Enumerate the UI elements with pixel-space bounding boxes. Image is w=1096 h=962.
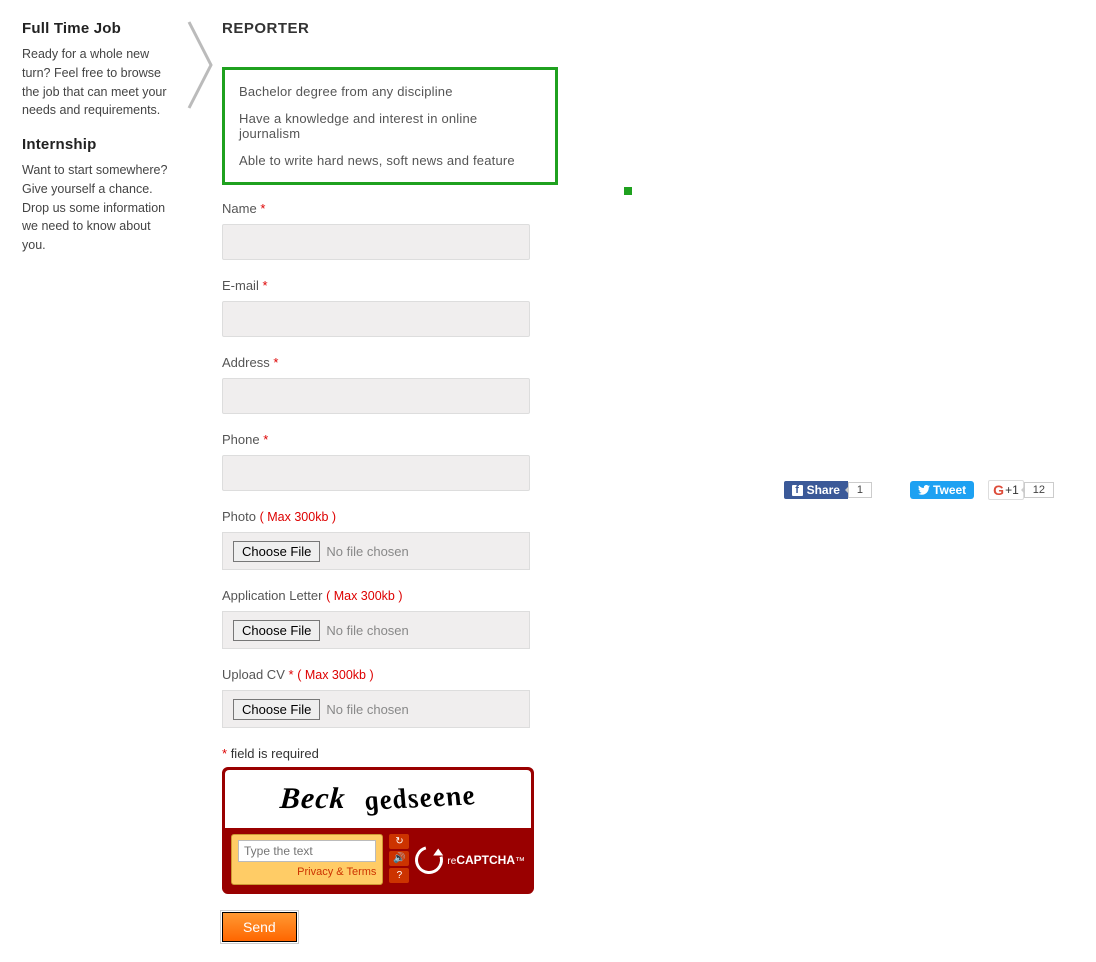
address-group: Address * [222, 355, 530, 414]
email-input[interactable] [222, 301, 530, 337]
send-button[interactable]: Send [222, 912, 297, 942]
chevron-right-icon [187, 20, 217, 110]
photo-choose-file-button[interactable]: Choose File [233, 541, 320, 562]
app-letter-choose-file-button[interactable]: Choose File [233, 620, 320, 641]
requirement-line: Have a knowledge and interest in online … [239, 111, 541, 141]
photo-no-file-text: No file chosen [326, 544, 408, 559]
captcha-icon-group: ↻ 🔊 ? [389, 834, 409, 885]
tweet-button[interactable]: Tweet [910, 481, 974, 499]
address-label: Address * [222, 355, 530, 370]
email-label: E-mail * [222, 278, 530, 293]
cv-choose-file-button[interactable]: Choose File [233, 699, 320, 720]
internship-text: Want to start somewhere? Give yourself a… [22, 161, 177, 255]
internship-heading[interactable]: Internship [22, 136, 177, 153]
captcha-help-icon[interactable]: ? [389, 868, 409, 883]
fulltime-heading[interactable]: Full Time Job [22, 20, 177, 37]
captcha-controls: Privacy & Terms ↻ 🔊 ? reCAPTCHA™ [225, 828, 531, 891]
captcha-image: Beckgedseene [225, 770, 531, 828]
loading-indicator-icon [624, 187, 632, 195]
email-group: E-mail * [222, 278, 530, 337]
fulltime-text: Ready for a whole new turn? Feel free to… [22, 45, 177, 120]
recaptcha-brand-text: reCAPTCHA™ [447, 853, 525, 867]
required-star-icon: * [273, 355, 278, 370]
phone-label: Phone * [222, 432, 530, 447]
photo-file-block: Choose File No file chosen [222, 532, 530, 570]
main: REPORTER Bachelor degree from any discip… [222, 20, 632, 942]
captcha-input-box: Privacy & Terms [231, 834, 383, 885]
fb-share-button[interactable]: Share [784, 481, 848, 499]
name-group: Name * [222, 201, 530, 260]
photo-label: Photo ( Max 300kb ) [222, 509, 632, 524]
sidebar: Full Time Job Ready for a whole new turn… [22, 20, 177, 942]
app-letter-no-file-text: No file chosen [326, 623, 408, 638]
captcha-input[interactable] [238, 840, 376, 862]
gplus-button[interactable]: G+1 [988, 480, 1024, 500]
arrow-wrap [177, 20, 222, 942]
twitter-bird-icon [918, 485, 930, 495]
required-star-icon: * [260, 201, 265, 216]
required-note: * field is required [222, 746, 632, 761]
phone-group: Phone * [222, 432, 530, 491]
app-letter-file-block: Choose File No file chosen [222, 611, 530, 649]
max-size-hint: ( Max 300kb ) [260, 510, 336, 524]
captcha-privacy-link[interactable]: Privacy & Terms [297, 866, 376, 878]
requirement-line: Bachelor degree from any discipline [239, 84, 541, 99]
tw-share: Tweet [910, 38, 974, 942]
app-letter-label: Application Letter ( Max 300kb ) [222, 588, 632, 603]
required-star-icon: * [263, 432, 268, 447]
fb-share-count: 1 [848, 482, 872, 498]
name-input[interactable] [222, 224, 530, 260]
required-star-icon: * [262, 278, 267, 293]
address-input[interactable] [222, 378, 530, 414]
page-title: REPORTER [222, 20, 632, 37]
recaptcha-widget: Beckgedseene Privacy & Terms ↻ 🔊 ? reCAP… [222, 767, 534, 894]
requirement-line: Able to write hard news, soft news and f… [239, 153, 541, 168]
cv-no-file-text: No file chosen [326, 702, 408, 717]
recaptcha-circle-icon [410, 840, 448, 878]
name-label: Name * [222, 201, 530, 216]
fb-share: Share 1 [784, 38, 872, 942]
social-share-bar: Share 1 Tweet G+1 12 [632, 20, 1074, 942]
gplus-count: 12 [1024, 482, 1054, 498]
recaptcha-logo: reCAPTCHA™ [415, 834, 525, 885]
cv-label: Upload CV * ( Max 300kb ) [222, 667, 632, 682]
required-star-icon: * [289, 667, 294, 682]
requirements-box: Bachelor degree from any discipline Have… [222, 67, 558, 185]
max-size-hint: ( Max 300kb ) [326, 589, 402, 603]
gplus-share: G+1 12 [988, 38, 1054, 942]
phone-input[interactable] [222, 455, 530, 491]
captcha-refresh-icon[interactable]: ↻ [389, 834, 409, 849]
max-size-hint: ( Max 300kb ) [297, 668, 373, 682]
captcha-audio-icon[interactable]: 🔊 [389, 851, 409, 866]
cv-file-block: Choose File No file chosen [222, 690, 530, 728]
